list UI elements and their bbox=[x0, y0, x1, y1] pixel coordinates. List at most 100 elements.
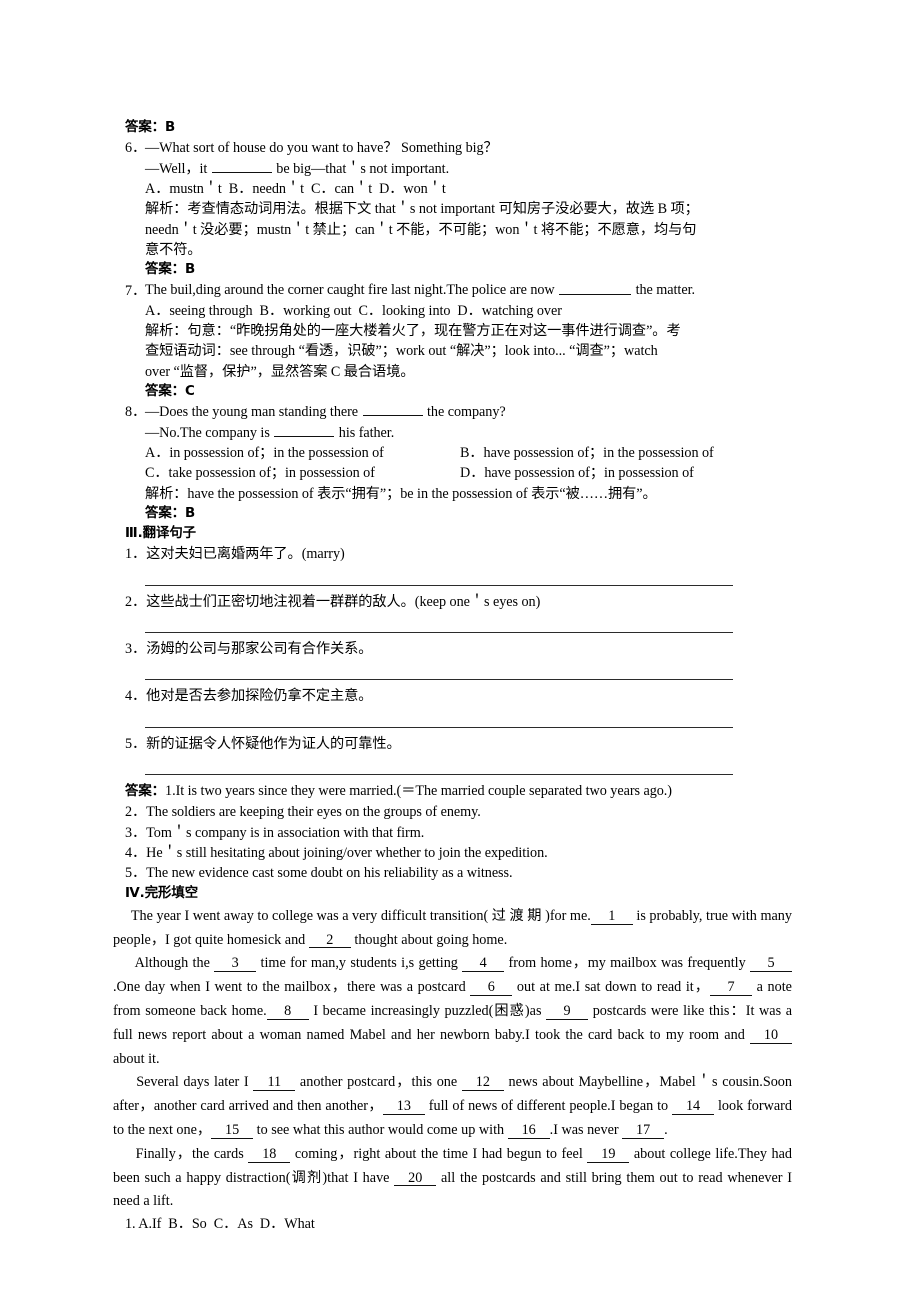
cloze-blank-18[interactable]: 18 bbox=[248, 1146, 291, 1163]
translation-answer-3: 3．Tom＇s company is in association with t… bbox=[125, 824, 425, 841]
answer-blank[interactable] bbox=[362, 402, 423, 417]
question-6-analysis-line-2: needn＇t 没必要；mustn＇t 禁止；can＇t 不能，不可能；won＇… bbox=[145, 221, 697, 238]
question-6-analysis-line-3: 意不符。 bbox=[145, 241, 202, 258]
translation-answers: 答案：1.It is two years since they were mar… bbox=[113, 781, 792, 883]
question-6-answer: 答案：B bbox=[145, 262, 196, 278]
cloze-blank-8[interactable]: 8 bbox=[266, 1004, 309, 1020]
question-8-number: 8． bbox=[125, 404, 147, 421]
translation-item-1: 1．这对夫妇已离婚两年了。(marry) bbox=[125, 546, 345, 563]
section-translation: Ⅲ.翻译句子 1．这对夫妇已离婚两年了。(marry) 2．这些战士们正密切地注… bbox=[113, 524, 792, 781]
cloze-blank-12[interactable]: 12 bbox=[461, 1075, 504, 1092]
cloze-blank-16[interactable]: 16 bbox=[507, 1123, 550, 1139]
translation-answer-4: 4．He＇s still hesitating about joining/ov… bbox=[125, 844, 548, 861]
question-6-stem-text: —What sort of house do you want to have？… bbox=[145, 140, 498, 157]
cloze-text: coming，right about the time I had begun … bbox=[290, 1145, 588, 1162]
section-translation-heading: Ⅲ.翻译句子 bbox=[125, 526, 197, 542]
question-8-stem-text-2a: —No.The company is bbox=[145, 424, 274, 441]
cloze-text: Although the bbox=[113, 955, 215, 972]
question-8-answer: 答案：B bbox=[145, 505, 196, 521]
cloze-text: about it. bbox=[113, 1050, 160, 1067]
translation-answer-5: 5．The new evidence cast some doubt on hi… bbox=[125, 865, 513, 882]
question-8-stem-text-2b: his father. bbox=[335, 424, 395, 441]
carryover-answer: 答案：B bbox=[125, 120, 176, 135]
cloze-text: I became increasingly puzzled(困惑)as bbox=[308, 1002, 547, 1019]
cloze-blank-15[interactable]: 15 bbox=[211, 1123, 254, 1139]
question-8-stem-line-1: 8．—Does the young man standing there the… bbox=[113, 402, 792, 422]
cloze-blank-19[interactable]: 19 bbox=[587, 1146, 630, 1163]
question-7-stem-line-1: 7．The buil,ding around the corner caught… bbox=[113, 280, 792, 300]
cloze-blank-11[interactable]: 11 bbox=[253, 1075, 296, 1092]
cloze-text: full of news of different people.I began… bbox=[424, 1098, 673, 1115]
question-6-analysis-line-1: 解析：考查情态动词用法。根据下文 that＇s not important 可知… bbox=[145, 201, 699, 218]
question-6-number: 6． bbox=[125, 140, 147, 157]
question-7-analysis-line-1: 解析：句意：“昨晚拐角处的一座大楼着火了，现在警方正在对这一事件进行调查”。考 bbox=[145, 323, 681, 340]
translation-answers-line-1: 答案：1.It is two years since they were mar… bbox=[125, 781, 792, 802]
question-8-option-c[interactable]: C．take possession of；in possession of bbox=[145, 463, 460, 483]
cloze-blank-14[interactable]: 14 bbox=[672, 1099, 715, 1116]
cloze-text: to see what this author would come up wi… bbox=[253, 1121, 508, 1138]
section-cloze: Ⅳ.完形填空 The year I went away to college w… bbox=[113, 884, 792, 1234]
section-cloze-heading: Ⅳ.完形填空 bbox=[125, 886, 199, 902]
translation-write-line-2[interactable] bbox=[113, 612, 792, 639]
cloze-text: The year I went away to college was a ve… bbox=[113, 907, 591, 924]
answer-blank[interactable] bbox=[211, 159, 272, 173]
question-7: 7．The buil,ding around the corner caught… bbox=[113, 280, 792, 402]
cloze-text: from home，my mailbox was frequently bbox=[504, 955, 750, 972]
cloze-paragraph-2: Although the 3 time for man,y students i… bbox=[113, 952, 792, 1071]
question-8: 8．—Does the young man standing there the… bbox=[113, 402, 792, 524]
question-7-number: 7． bbox=[125, 282, 147, 299]
translation-item-4: 4．他对是否去参加探险仍拿不定主意。 bbox=[125, 688, 373, 705]
question-6: 6．—What sort of house do you want to hav… bbox=[113, 138, 792, 280]
cloze-blank-9[interactable]: 9 bbox=[546, 1004, 589, 1020]
translation-write-line-3[interactable] bbox=[113, 659, 792, 686]
question-6-stem-line-2: —Well，it be big—that＇s not important. bbox=[145, 159, 792, 179]
cloze-blank-1[interactable]: 1 bbox=[590, 908, 633, 925]
translation-answer-2: 2．The soldiers are keeping their eyes on… bbox=[125, 804, 481, 821]
cloze-text: .I was never bbox=[549, 1121, 623, 1138]
question-8-option-b[interactable]: B．have possession of；in the possession o… bbox=[460, 445, 714, 461]
question-8-options-row-2[interactable]: C．take possession of；in possession of D．h… bbox=[145, 463, 792, 483]
question-8-stem-line-2: —No.The company is his father. bbox=[145, 423, 792, 443]
question-8-stem-text-1b: the company? bbox=[423, 404, 506, 421]
answer-blank[interactable] bbox=[274, 423, 335, 437]
answer-blank[interactable] bbox=[559, 280, 632, 295]
cloze-blank-20[interactable]: 20 bbox=[394, 1170, 437, 1187]
translation-item-3: 3．汤姆的公司与那家公司有合作关系。 bbox=[125, 641, 373, 658]
cloze-blank-2[interactable]: 2 bbox=[308, 932, 351, 949]
question-7-answer: 答案：C bbox=[145, 383, 195, 399]
translation-write-line-1[interactable] bbox=[113, 565, 792, 592]
worksheet-page: 答案：B 6．—What sort of house do you want t… bbox=[0, 0, 920, 1302]
cloze-blank-6[interactable]: 6 bbox=[470, 980, 513, 997]
question-7-analysis-line-3: over “监督，保护”，显然答案 C 最合语境。 bbox=[145, 363, 415, 380]
cloze-blank-7[interactable]: 7 bbox=[710, 980, 753, 997]
cloze-blank-17[interactable]: 17 bbox=[622, 1123, 665, 1139]
question-8-options-row-1[interactable]: A．in possession of；in the possession of B… bbox=[145, 443, 792, 463]
cloze-option-1[interactable]: 1. A.If B．So C．As D．What bbox=[125, 1214, 792, 1234]
cloze-text: . bbox=[664, 1121, 668, 1138]
cloze-text: Several days later I bbox=[113, 1074, 254, 1091]
cloze-blank-5[interactable]: 5 bbox=[750, 956, 792, 973]
question-8-option-a[interactable]: A．in possession of；in the possession of bbox=[145, 443, 460, 463]
question-7-options[interactable]: A．seeing through B．working out C．looking… bbox=[145, 301, 792, 321]
question-8-stem-text-1a: —Does the young man standing there bbox=[145, 404, 362, 421]
cloze-paragraph-4: Finally，the cards 18 coming，right about … bbox=[113, 1143, 792, 1214]
cloze-text: time for man,y students i,s getting bbox=[256, 955, 463, 972]
question-7-stem-text-a: The buil,ding around the corner caught f… bbox=[145, 282, 559, 299]
translation-write-line-4[interactable] bbox=[113, 707, 792, 734]
question-6-stem-text-2b: be big—that＇s not important. bbox=[272, 160, 450, 177]
question-8-option-d[interactable]: D．have possession of；in possession of bbox=[460, 465, 694, 481]
cloze-blank-3[interactable]: 3 bbox=[214, 956, 257, 973]
translation-write-line-5[interactable] bbox=[113, 754, 792, 781]
cloze-text: another postcard，this one bbox=[295, 1074, 462, 1091]
translation-answer-1: 1.It is two years since they were marrie… bbox=[165, 782, 672, 799]
cloze-blank-4[interactable]: 4 bbox=[462, 956, 505, 973]
cloze-blank-10[interactable]: 10 bbox=[750, 1027, 792, 1044]
cloze-blank-13[interactable]: 13 bbox=[382, 1099, 425, 1116]
question-7-analysis-line-2: 查短语动词：see through “看透，识破”；work out “解决”；… bbox=[145, 343, 658, 360]
question-8-analysis-line-1: 解析：have the possession of 表示“拥有”；be in t… bbox=[145, 485, 657, 502]
cloze-text: thought about going home. bbox=[350, 931, 508, 948]
question-6-stem-line-1: 6．—What sort of house do you want to hav… bbox=[113, 138, 792, 158]
question-7-stem-text-b: the matter. bbox=[632, 282, 695, 299]
cloze-text: Finally，the cards bbox=[113, 1145, 249, 1162]
question-6-options[interactable]: A．mustn＇t B．needn＇t C．can＇t D．won＇t bbox=[145, 179, 792, 199]
